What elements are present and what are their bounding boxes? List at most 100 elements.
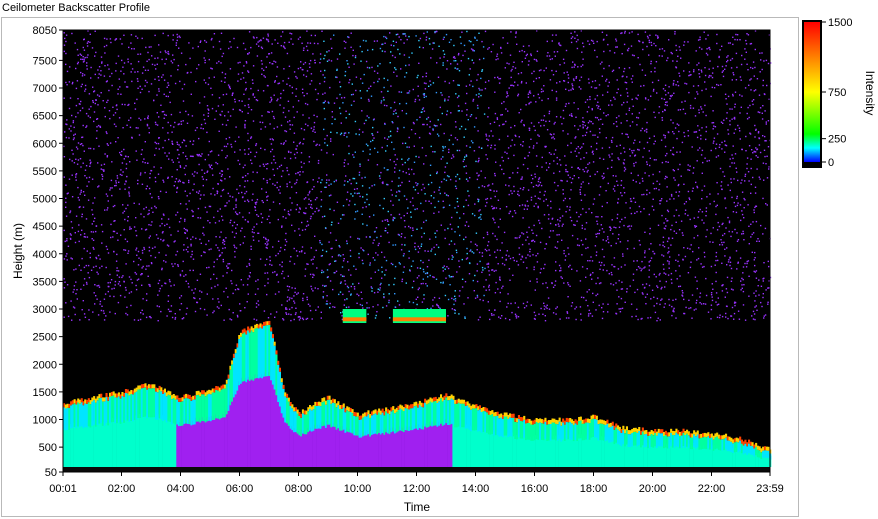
noise-speck [689,198,691,201]
noise-speck [722,171,724,173]
noise-speck [597,136,599,138]
noise-speck [247,293,249,295]
noise-speck [734,301,737,304]
noise-speck [197,207,200,210]
noise-speck [426,123,428,126]
noise-speck [417,192,419,194]
noise-speck [529,90,531,92]
noise-speck [404,161,406,164]
noise-speck [556,234,558,236]
noise-speck [77,230,80,233]
noise-speck [754,264,756,267]
noise-speck [663,306,665,308]
noise-speck [496,238,498,241]
noise-speck [385,269,387,271]
noise-speck [206,170,209,172]
noise-speck [309,273,312,276]
noise-speck [724,197,726,199]
noise-speck [753,209,755,211]
noise-speck [244,120,247,122]
noise-speck [369,236,371,238]
noise-speck [227,263,229,265]
noise-speck [534,129,536,132]
noise-speck [156,112,158,114]
noise-speck [465,165,467,167]
noise-speck [92,213,94,216]
noise-speck [598,84,601,86]
noise-speck [65,215,68,217]
noise-speck [456,201,459,203]
noise-speck [221,71,224,74]
noise-speck [463,238,465,241]
noise-speck [632,75,634,77]
noise-speck [174,313,176,315]
noise-speck [448,204,451,206]
noise-speck [415,182,417,184]
noise-speck [622,255,624,257]
noise-speck [448,175,450,178]
noise-speck [227,84,230,86]
noise-speck [639,182,641,184]
noise-speck [680,220,683,222]
noise-speck [744,48,746,50]
noise-speck [348,36,350,39]
noise-speck [543,124,545,127]
noise-speck [730,267,733,270]
noise-speck [158,279,161,282]
noise-speck [643,208,645,210]
noise-speck [159,287,161,290]
noise-speck [86,283,88,285]
noise-speck [89,41,91,43]
noise-speck [731,57,734,60]
noise-speck [87,40,89,43]
noise-speck [417,288,419,291]
noise-speck [535,155,538,157]
noise-speck [447,267,450,270]
noise-speck [195,80,197,83]
noise-speck [734,153,737,155]
noise-speck [681,141,684,144]
noise-speck [588,162,591,164]
noise-speck [555,224,557,226]
noise-speck [139,174,142,176]
noise-speck [764,135,766,138]
noise-speck [223,290,225,293]
noise-speck [638,40,640,42]
noise-speck [156,124,159,126]
noise-speck [724,68,726,70]
noise-speck [114,112,117,114]
noise-speck [466,114,468,116]
noise-speck [556,51,559,53]
noise-speck [301,317,304,319]
noise-speck [436,133,439,135]
noise-speck [400,68,402,70]
noise-speck [95,265,97,267]
noise-speck [759,151,762,154]
noise-speck [294,230,296,232]
noise-speck [503,101,505,103]
noise-speck [458,84,460,86]
noise-speck [533,125,535,127]
noise-speck [573,79,575,82]
noise-speck [74,313,76,316]
noise-speck [432,305,434,307]
noise-speck [222,94,225,96]
noise-speck [675,49,678,51]
noise-speck [189,192,191,195]
noise-speck [339,291,342,293]
noise-speck [737,239,740,241]
noise-speck [121,150,123,153]
noise-speck [84,56,86,59]
noise-speck [524,204,526,206]
noise-speck [742,278,744,281]
noise-speck [287,289,290,291]
noise-speck [117,88,119,90]
noise-speck [270,150,272,153]
noise-speck [417,245,419,248]
noise-speck [680,175,682,177]
noise-speck [295,312,297,314]
noise-speck [255,43,258,45]
noise-speck [746,260,748,263]
noise-speck [663,134,665,136]
noise-speck [147,51,149,54]
